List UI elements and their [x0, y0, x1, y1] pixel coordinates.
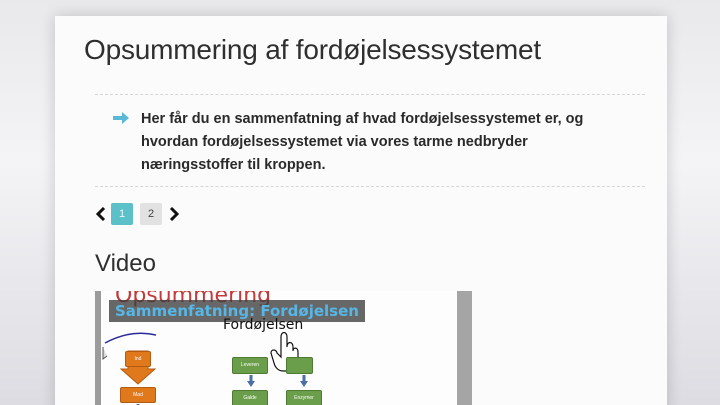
chevron-left-icon[interactable] [95, 207, 107, 221]
diagram-box-leveren: Leveren [232, 357, 268, 374]
video-side-bar [457, 291, 472, 405]
arrow-right-icon [113, 112, 129, 124]
diagram-box-ind: Ind [125, 351, 151, 367]
diagram-box-mad: Mad [120, 387, 156, 403]
content-card: Opsummering af fordøjelsessystemet Her f… [55, 16, 667, 405]
page-2-button[interactable]: 2 [140, 203, 162, 225]
page-title: Opsummering af fordøjelsessystemet [84, 34, 541, 65]
summary-text: Her får du en sammenfatning af hvad ford… [141, 111, 584, 173]
summary-box: Her får du en sammenfatning af hvad ford… [95, 94, 645, 187]
diagram-box-galde: Galde [232, 390, 268, 405]
page-1-button[interactable]: 1 [111, 203, 133, 225]
video-heading: Video [95, 250, 156, 277]
diagram-box-enzymer: Enzymer [286, 390, 322, 405]
video-frame: Opsummering Sammenfatning: Fordøjelsen F… [101, 291, 457, 405]
chevron-right-icon[interactable] [168, 207, 180, 221]
diagram-box-right-top [286, 357, 313, 374]
video-player[interactable]: Opsummering Sammenfatning: Fordøjelsen F… [95, 291, 472, 405]
